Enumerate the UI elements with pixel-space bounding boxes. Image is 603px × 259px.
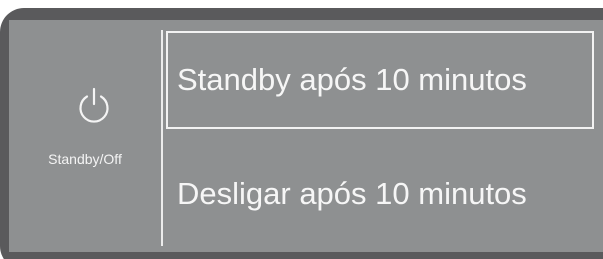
- standby-off-button[interactable]: Standby/Off: [9, 20, 161, 252]
- panel-divider: [161, 30, 163, 246]
- option-standby-10-min[interactable]: Standby após 10 minutos: [166, 31, 594, 129]
- standby-off-label: Standby/Off: [48, 151, 122, 167]
- option-shutdown-10-min[interactable]: Desligar após 10 minutos: [166, 145, 596, 243]
- display-frame: Standby/Off Standby após 10 minutos Desl…: [0, 0, 603, 259]
- power-icon: [79, 87, 109, 123]
